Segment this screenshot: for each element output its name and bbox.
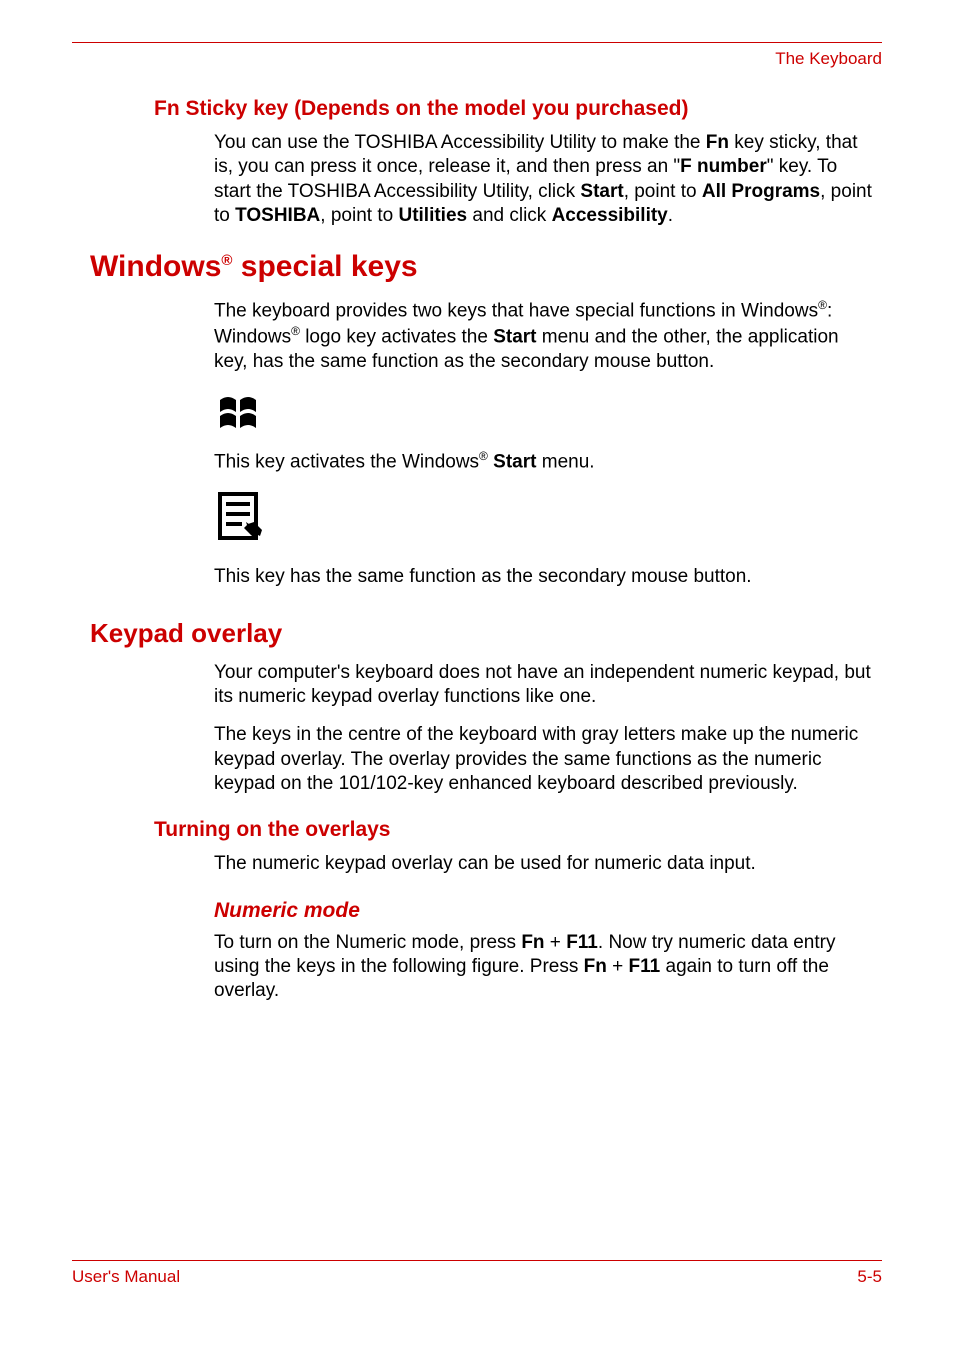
heading-numeric-mode: Numeric mode [214,899,882,923]
application-key-icon [214,488,882,551]
para-keypad-2: The keys in the centre of the keyboard w… [214,723,872,796]
text: You can use the TOSHIBA Accessibility Ut… [214,132,706,153]
text: logo key activates the [300,326,493,347]
para-windows-key-desc: This key activates the Windows® Start me… [214,449,872,475]
registered-symbol: ® [479,449,488,463]
registered-symbol: ® [291,324,300,338]
text: menu. [536,451,594,472]
text: To turn on the Numeric mode, press [214,932,521,953]
text: special keys [232,250,417,283]
heading-turning-on-overlays: Turning on the overlays [154,818,882,842]
para-fn-sticky: You can use the TOSHIBA Accessibility Ut… [214,131,872,228]
registered-symbol: ® [221,252,232,269]
windows-logo-icon [214,388,882,443]
text-bold: TOSHIBA [235,205,320,226]
header-rule [72,42,882,43]
text-bold: Start [493,451,536,472]
text-bold: Fn [584,956,607,977]
text-bold: Start [493,326,536,347]
text-bold: F number [680,156,767,177]
text: + [545,932,567,953]
heading-fn-sticky: Fn Sticky key (Depends on the model you … [154,97,882,121]
footer-page-number: 5-5 [857,1267,882,1287]
text: . [668,205,673,226]
text-bold: Start [580,181,623,202]
text-bold: Fn [521,932,544,953]
para-numeric-mode: To turn on the Numeric mode, press Fn + … [214,931,872,1004]
text: The keyboard provides two keys that have… [214,301,818,322]
text-bold: F11 [629,956,661,977]
text-bold: All Programs [702,181,820,202]
heading-windows-special-keys: Windows® special keys [90,250,882,284]
heading-keypad-overlay: Keypad overlay [90,618,882,649]
para-application-key-desc: This key has the same function as the se… [214,565,872,589]
para-keypad-1: Your computer's keyboard does not have a… [214,661,872,710]
text-bold: Accessibility [552,205,668,226]
footer: User's Manual 5-5 [72,1260,882,1287]
footer-rule [72,1260,882,1261]
text-bold: Fn [706,132,729,153]
text-bold: Utilities [398,205,467,226]
para-turning-on: The numeric keypad overlay can be used f… [214,852,872,876]
text: Windows [90,250,221,283]
text: and click [467,205,551,226]
text: , point to [320,205,398,226]
para-windows-intro: The keyboard provides two keys that have… [214,298,872,374]
registered-symbol: ® [818,298,827,312]
text: + [607,956,629,977]
text: , point to [624,181,702,202]
footer-left: User's Manual [72,1267,180,1287]
text-bold: F11 [566,932,598,953]
header-right-text: The Keyboard [72,49,882,69]
text: This key activates the Windows [214,451,479,472]
